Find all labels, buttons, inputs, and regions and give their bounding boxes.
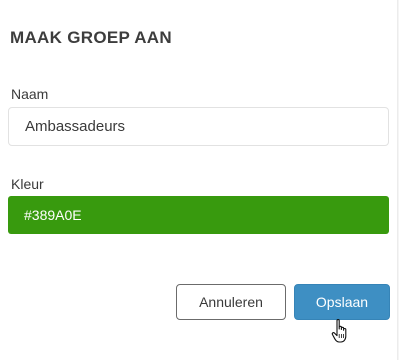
name-label: Naam <box>11 86 49 102</box>
save-button[interactable]: Opslaan <box>294 284 390 320</box>
color-label: Kleur <box>11 176 44 192</box>
name-input[interactable] <box>8 107 389 146</box>
color-picker-field[interactable]: #389A0E <box>8 196 389 234</box>
create-group-dialog: MAAK GROEP AAN Naam Kleur #389A0E Annule… <box>0 0 398 360</box>
hand-pointer-icon <box>331 318 347 343</box>
cancel-button[interactable]: Annuleren <box>176 284 286 320</box>
dialog-title: MAAK GROEP AAN <box>10 28 172 47</box>
